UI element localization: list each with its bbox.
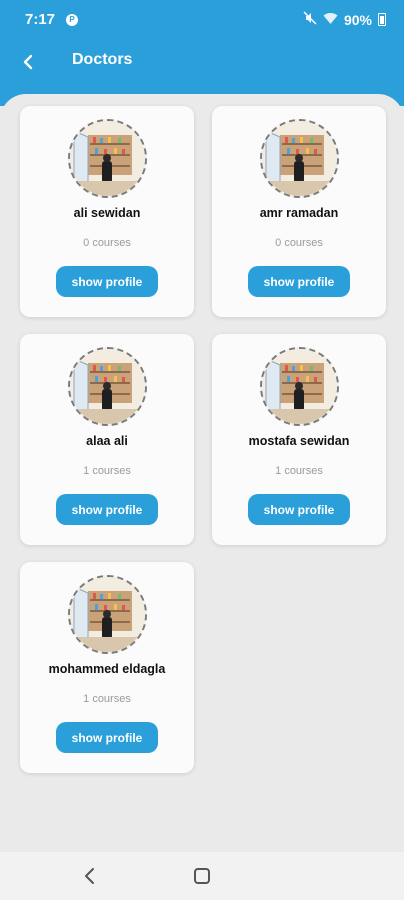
mute-icon bbox=[303, 11, 317, 28]
battery-icon bbox=[378, 13, 386, 26]
doctor-avatar bbox=[68, 347, 147, 426]
doctor-avatar bbox=[68, 119, 147, 198]
doctor-name: amr ramadan bbox=[259, 206, 339, 220]
system-nav-bar bbox=[0, 852, 404, 900]
battery-percent: 90% bbox=[343, 11, 372, 28]
status-right: 90% bbox=[303, 11, 386, 28]
back-button[interactable] bbox=[14, 48, 42, 76]
doctor-card: mostafa sewidan 1 courses show profile bbox=[212, 334, 386, 545]
doctor-name: alaa ali bbox=[86, 434, 128, 448]
doctor-courses: 1 courses bbox=[83, 693, 131, 705]
system-home-icon[interactable] bbox=[194, 868, 210, 884]
doctor-name: ali sewidan bbox=[73, 206, 141, 220]
back-arrow-icon bbox=[23, 54, 33, 70]
show-profile-button[interactable]: show profile bbox=[56, 494, 158, 525]
parking-icon: P bbox=[66, 14, 78, 26]
doctor-card: amr ramadan 0 courses show profile bbox=[212, 106, 386, 317]
show-profile-button[interactable]: show profile bbox=[56, 266, 158, 297]
doctor-avatar bbox=[260, 347, 339, 426]
doctor-avatar bbox=[260, 119, 339, 198]
doctor-name: mostafa sewidan bbox=[248, 434, 350, 448]
doctor-courses: 1 courses bbox=[83, 465, 131, 477]
doctors-grid: ali sewidan 0 courses show profile amr r… bbox=[0, 94, 404, 852]
doctor-card: alaa ali 1 courses show profile bbox=[20, 334, 194, 545]
doctor-card: ali sewidan 0 courses show profile bbox=[20, 106, 194, 317]
show-profile-button[interactable]: show profile bbox=[56, 722, 158, 753]
app-bar: Doctors bbox=[0, 40, 404, 84]
system-back-icon[interactable] bbox=[80, 866, 100, 886]
wifi-icon bbox=[323, 12, 338, 28]
show-profile-button[interactable]: show profile bbox=[248, 494, 350, 525]
doctor-card: mohammed eldagla 1 courses show profile bbox=[20, 562, 194, 773]
doctor-name: mohammed eldagla bbox=[48, 662, 166, 676]
doctor-courses: 0 courses bbox=[275, 237, 323, 249]
doctor-courses: 0 courses bbox=[83, 237, 131, 249]
show-profile-button[interactable]: show profile bbox=[248, 266, 350, 297]
page-title: Doctors bbox=[72, 51, 133, 68]
doctor-courses: 1 courses bbox=[275, 465, 323, 477]
status-time: 7:17 bbox=[25, 11, 56, 28]
doctor-avatar bbox=[68, 575, 147, 654]
status-bar: 7:17 P 90% bbox=[0, 0, 404, 40]
